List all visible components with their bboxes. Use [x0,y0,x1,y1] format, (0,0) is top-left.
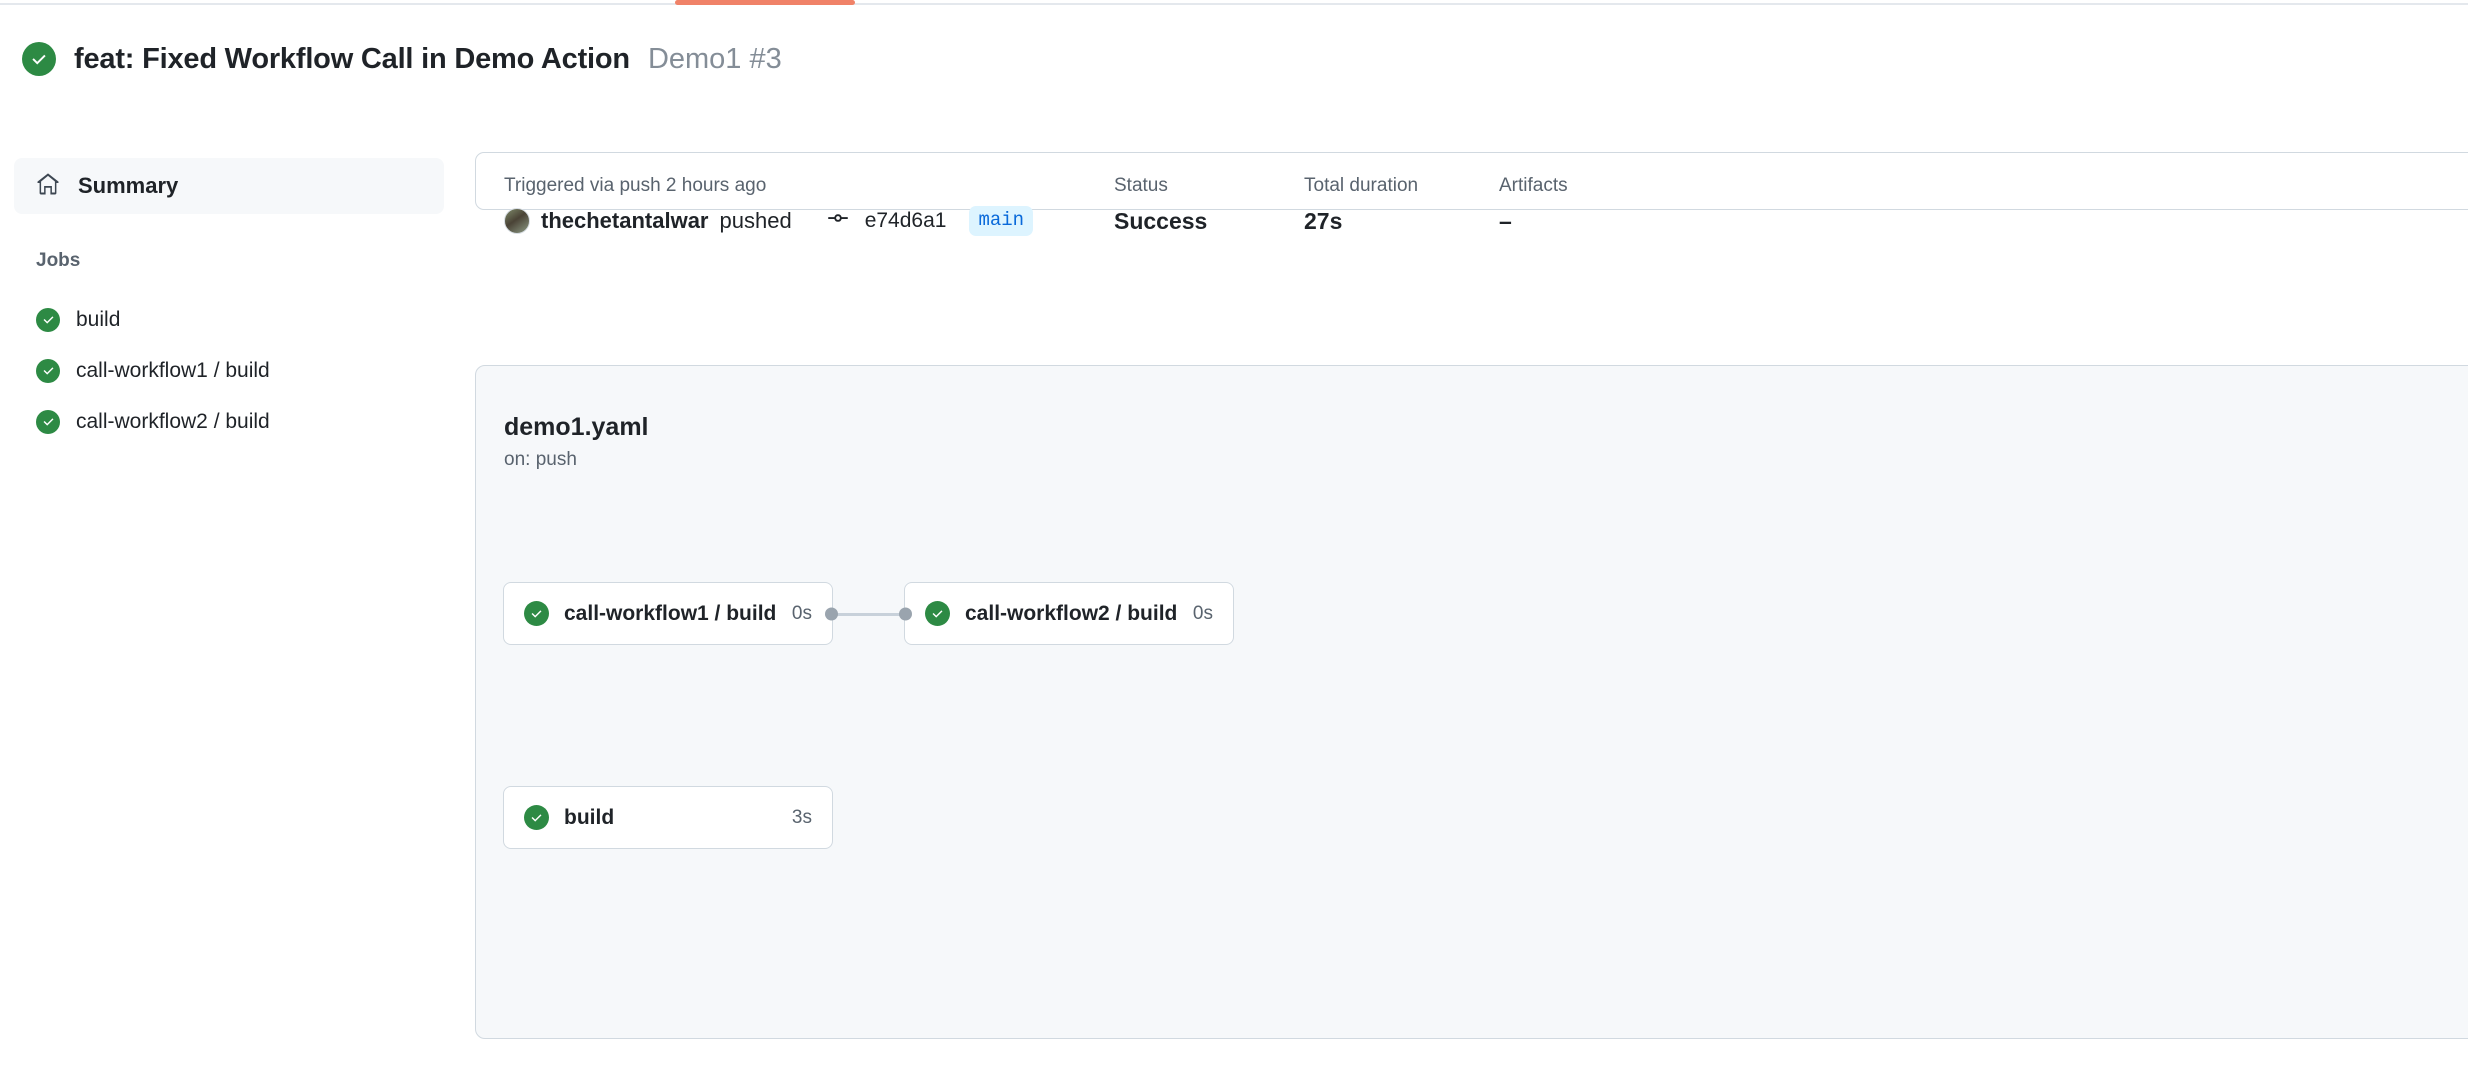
artifacts-column: Artifacts – [1499,175,1699,235]
sidebar-job-label: build [76,307,121,331]
status-column: Status Success [1114,175,1304,235]
check-circle-icon [36,358,60,383]
check-circle-icon [524,805,549,830]
page-title: feat: Fixed Workflow Call in Demo Action [74,42,630,75]
sidebar-item-call-workflow1-build[interactable]: call-workflow1 / build [14,345,444,396]
avatar [504,207,530,234]
actor-action: pushed [719,207,792,233]
run-info-card: Triggered via push 2 hours ago thechetan… [475,152,2468,236]
duration-value: 27s [1304,208,1343,234]
sidebar-job-label: call-workflow1 / build [76,358,270,382]
sidebar-item-summary[interactable]: Summary [14,158,444,214]
check-circle-icon [36,409,60,434]
commit-sha[interactable]: e74d6a1 [865,209,947,233]
sidebar: Summary Jobs build call-workflow1 / buil… [14,158,444,447]
artifacts-label: Artifacts [1499,175,1568,196]
sidebar-job-label: call-workflow2 / build [76,409,270,433]
sidebar-item-call-workflow2-build[interactable]: call-workflow2 / build [14,396,444,447]
duration-label: Total duration [1304,175,1419,196]
workflow-trigger-event: on: push [504,449,577,470]
git-commit-icon [826,208,850,233]
graph-node-handle-left [899,607,912,620]
jobs-heading: Jobs [36,250,81,271]
graph-node-duration: 0s [791,602,812,624]
graph-node-label: call-workflow1 / build [564,601,777,625]
home-icon [36,172,60,201]
actor-name[interactable]: thechetantalwar [541,208,709,234]
sidebar-item-label: Summary [78,173,179,198]
graph-node-call-workflow2-build[interactable]: call-workflow2 / build 0s [899,582,1234,645]
status-value: Success [1114,208,1208,234]
workflow-file-name: demo1.yaml [504,413,649,441]
tab-strip [0,0,2468,5]
graph-node-label: call-workflow2 / build [965,601,1178,625]
duration-column: Total duration 27s [1304,175,1499,235]
active-tab-indicator [675,0,855,5]
trigger-details: thechetantalwar pushed e74d6a1 main [504,206,1114,236]
trigger-label: Triggered via push 2 hours ago [504,175,767,196]
artifacts-value: – [1499,208,1512,234]
workflow-graph-panel: demo1.yaml on: push call-workflow1 / bui… [475,365,2468,1039]
status-label: Status [1114,175,1168,196]
check-circle-icon [22,42,56,76]
check-circle-icon [925,601,950,626]
graph-node-label: build [564,805,615,829]
graph-node-build[interactable]: build 3s [503,786,833,849]
graph-node-duration: 0s [1192,602,1213,624]
graph-node-handle-right [825,607,838,620]
graph-edge [832,613,905,616]
run-reference: Demo1 #3 [647,42,782,75]
branch-badge[interactable]: main [969,206,1034,236]
check-circle-icon [524,601,549,626]
sidebar-job-list: build call-workflow1 / build call-workfl… [14,294,444,447]
graph-node-call-workflow1-build[interactable]: call-workflow1 / build 0s [503,582,838,645]
trigger-column: Triggered via push 2 hours ago thechetan… [504,175,1114,236]
page-header: feat: Fixed Workflow Call in Demo Action… [22,42,782,76]
check-circle-icon [36,307,60,332]
sidebar-item-build[interactable]: build [14,294,444,345]
graph-node-duration: 3s [791,806,812,828]
